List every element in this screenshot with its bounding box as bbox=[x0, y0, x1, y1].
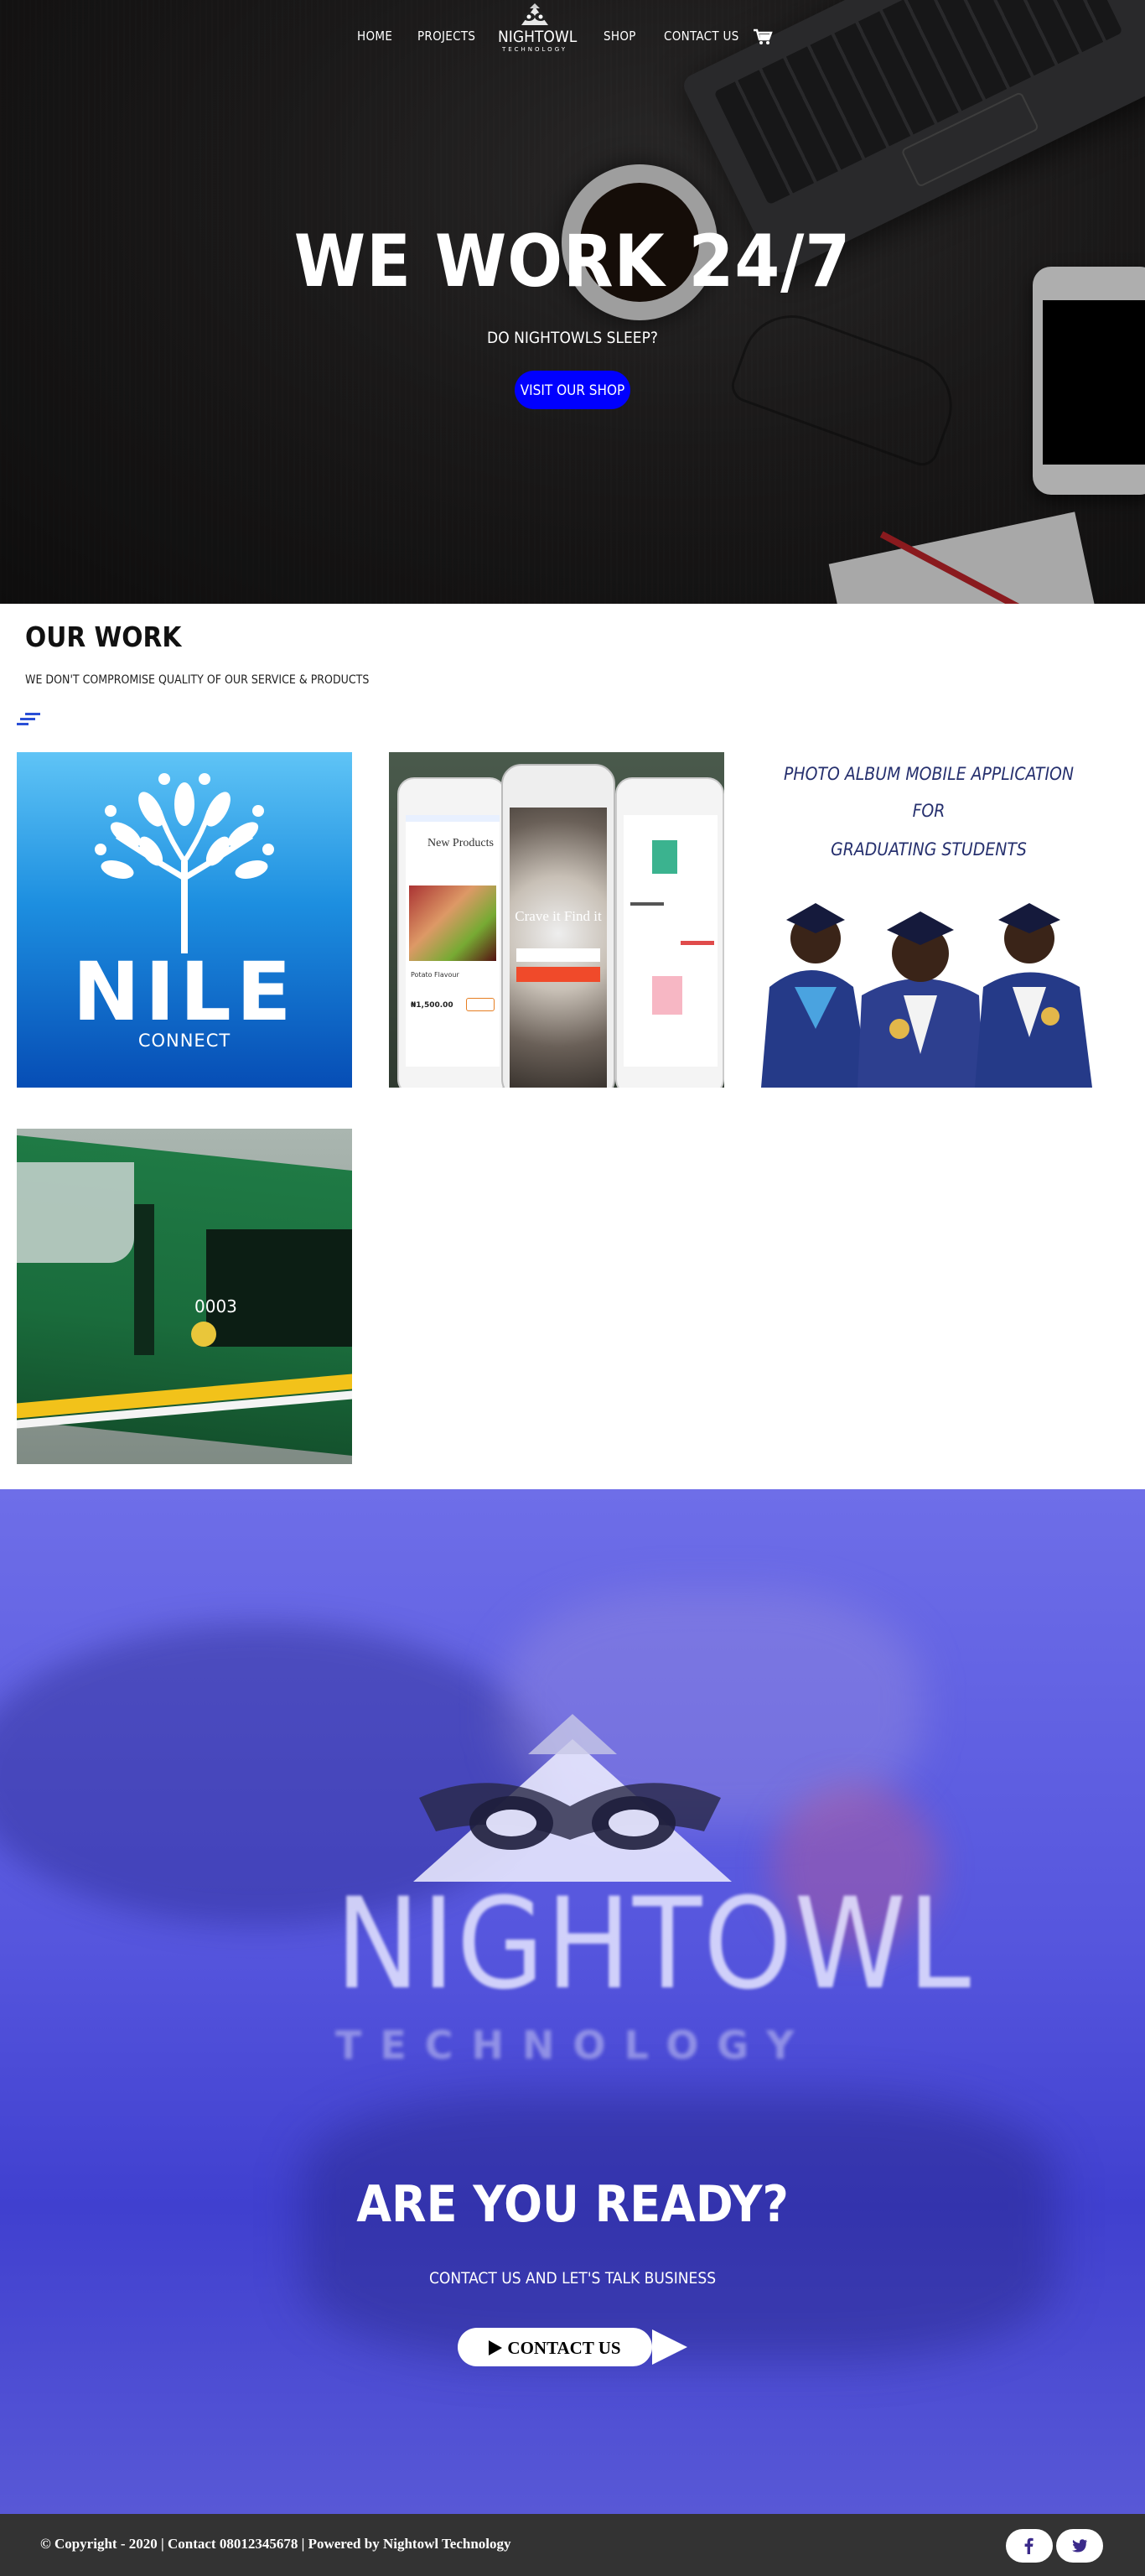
nav-contact-us[interactable]: CONTACT US bbox=[664, 29, 739, 44]
tree-logo-icon bbox=[95, 773, 274, 953]
project-nile-connect[interactable]: NILE CONNECT bbox=[17, 752, 352, 1088]
nav-home[interactable]: HOME bbox=[357, 29, 392, 44]
facebook-icon bbox=[1024, 2537, 1034, 2554]
nav-shop[interactable]: SHOP bbox=[604, 29, 636, 44]
cta-logo-tagline: TECHNOLOGY bbox=[335, 2023, 813, 2068]
train-number: 0003 bbox=[194, 1296, 237, 1317]
twitter-icon bbox=[1072, 2539, 1087, 2553]
main-nav: HOME PROJECTS NIGHTOWL TECHNOLOGY SHOP C… bbox=[0, 0, 1145, 75]
album-line-3: GRADUATING STUDENTS bbox=[831, 839, 1027, 860]
play-icon bbox=[489, 2340, 503, 2355]
nightowl-logo[interactable]: NIGHTOWL TECHNOLOGY bbox=[498, 3, 578, 67]
twitter-button[interactable] bbox=[1056, 2529, 1103, 2563]
nav-projects[interactable]: PROJECTS bbox=[417, 29, 475, 44]
owl-icon bbox=[521, 3, 548, 25]
project-food-app[interactable]: New Products Potato Flavour ₦1,500.00 Cr… bbox=[389, 752, 724, 1088]
contact-us-label: CONTACT US bbox=[507, 2338, 621, 2358]
copyright-text: © Copyright - 2020 | Contact 08012345678… bbox=[40, 2536, 511, 2552]
filter-icon[interactable] bbox=[17, 713, 44, 726]
hero-section: HOME PROJECTS NIGHTOWL TECHNOLOGY SHOP C… bbox=[0, 0, 1145, 604]
cta-logo: NIGHTOWL TECHNOLOGY bbox=[335, 1714, 972, 2068]
app-tagline: Crave it Find it bbox=[515, 908, 602, 924]
cart-icon[interactable] bbox=[753, 29, 773, 45]
album-line-1: PHOTO ALBUM MOBILE APPLICATION bbox=[783, 764, 1075, 784]
cta-logo-brand: NIGHTOWL bbox=[335, 1872, 972, 2018]
contact-us-button[interactable]: CONTACT US bbox=[458, 2328, 652, 2366]
app-title: New Products bbox=[427, 837, 494, 849]
visit-shop-button[interactable]: VISIT OUR SHOP bbox=[515, 371, 630, 409]
logo-brand: NIGHTOWL bbox=[498, 28, 578, 46]
nile-brand: NILE bbox=[72, 945, 297, 1039]
app-price: ₦1,500.00 bbox=[411, 1001, 453, 1010]
logo-tagline: TECHNOLOGY bbox=[501, 46, 568, 53]
app-item: Potato Flavour bbox=[411, 971, 459, 979]
cta-section: NIGHTOWL TECHNOLOGY ARE YOU READY? CONTA… bbox=[0, 1489, 1145, 2514]
album-line-2: FOR bbox=[912, 801, 946, 821]
project-photo-album[interactable]: PHOTO ALBUM MOBILE APPLICATION FOR GRADU… bbox=[761, 752, 1096, 1088]
project-train[interactable]: 0003 bbox=[17, 1129, 352, 1464]
hero-title: WE WORK 24/7 bbox=[293, 220, 852, 304]
nile-caption: CONNECT bbox=[137, 1031, 231, 1051]
cta-title: ARE YOU READY? bbox=[356, 2175, 789, 2234]
our-work-subtitle: WE DON'T COMPROMISE QUALITY OF OUR SERVI… bbox=[25, 673, 370, 687]
play-arrow-icon bbox=[652, 2329, 687, 2365]
graduates-photo bbox=[761, 903, 1092, 1088]
our-work-title: OUR WORK bbox=[25, 621, 182, 653]
hero-subtitle: DO NIGHTOWLS SLEEP? bbox=[487, 329, 658, 347]
cta-subtitle: CONTACT US AND LET'S TALK BUSINESS bbox=[428, 2269, 717, 2288]
facebook-button[interactable] bbox=[1006, 2529, 1053, 2563]
footer: © Copyright - 2020 | Contact 08012345678… bbox=[0, 2514, 1145, 2576]
owl-icon bbox=[413, 1714, 732, 1882]
